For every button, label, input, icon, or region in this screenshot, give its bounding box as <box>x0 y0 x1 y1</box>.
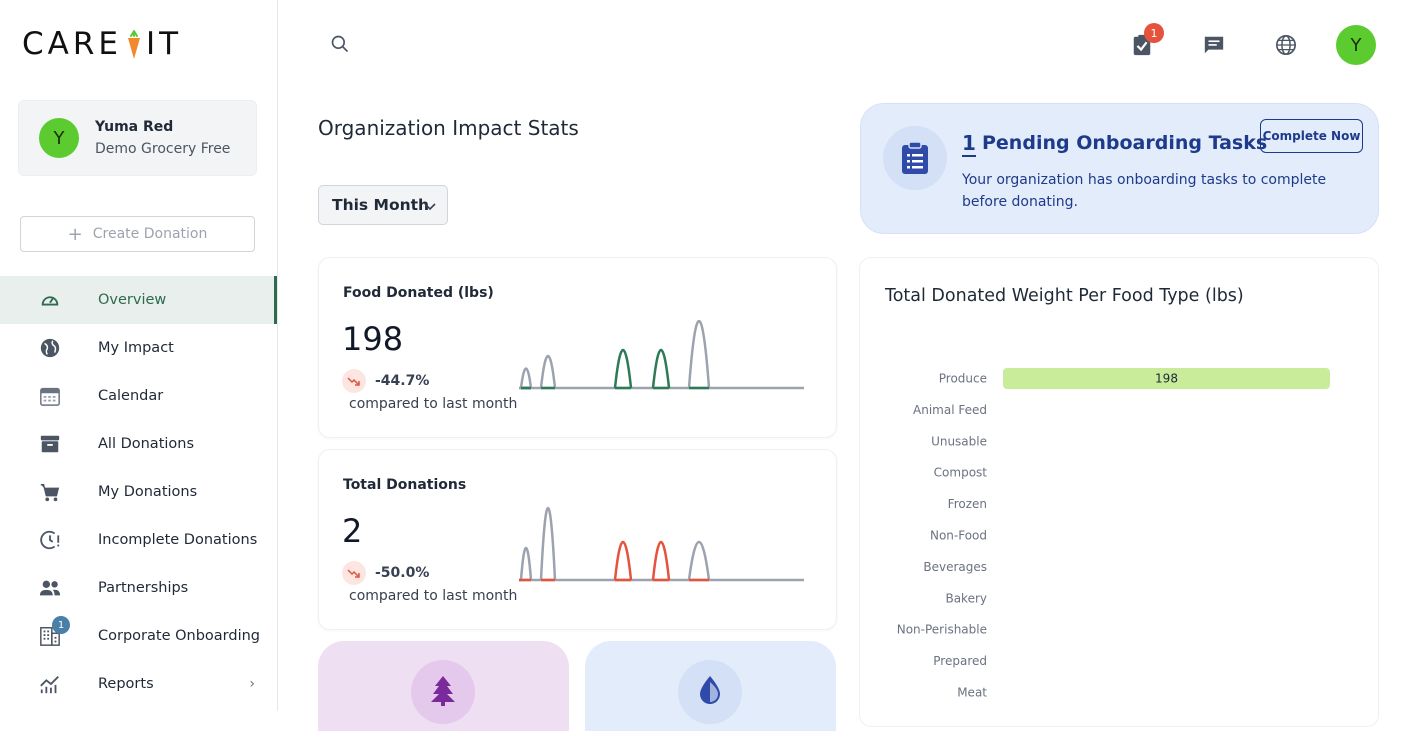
pending-description: Your organization has onboarding tasks t… <box>962 172 1327 210</box>
search-icon[interactable] <box>330 34 352 56</box>
calendar-icon <box>38 384 62 408</box>
language-globe-icon[interactable] <box>1274 32 1298 58</box>
food-donated-card: Food Donated (lbs) 198 -44.7% compared t… <box>318 257 837 438</box>
complete-now-button[interactable]: Complete Now <box>1260 119 1363 153</box>
trees-saved-card <box>318 641 569 731</box>
chat-icon[interactable] <box>1202 32 1226 58</box>
sidebar-item-overview[interactable]: Overview <box>0 276 277 324</box>
water-saved-card <box>585 641 836 731</box>
sidebar-item-incomplete-donations[interactable]: Incomplete Donations <box>0 516 277 564</box>
stat-value: 198 <box>342 320 404 358</box>
sidebar: CARE IT Y Yuma Red Demo Grocery Free + C… <box>0 0 278 711</box>
avatar: Y <box>39 118 79 158</box>
globe-icon <box>38 336 62 360</box>
category-label: Produce <box>939 372 987 386</box>
chevron-down-icon <box>423 199 437 217</box>
trend-down-icon <box>342 561 366 585</box>
sidebar-item-label: My Donations <box>98 484 198 500</box>
sidebar-nav: Overview My Impact Calendar All Donation… <box>0 276 277 708</box>
sidebar-item-my-impact[interactable]: My Impact <box>0 324 277 372</box>
sidebar-item-calendar[interactable]: Calendar <box>0 372 277 420</box>
create-donation-button[interactable]: + Create Donation <box>20 216 255 252</box>
category-label: Non-Food <box>930 529 987 543</box>
trend-note: compared to last month <box>349 588 518 604</box>
tree-icon <box>411 660 475 724</box>
sidebar-item-reports[interactable]: Reports › <box>0 660 277 708</box>
period-select[interactable]: This Month <box>318 185 448 225</box>
user-avatar-button[interactable]: Y <box>1336 25 1376 65</box>
sidebar-item-corporate-onboarding[interactable]: 1 Corporate Onboarding <box>0 612 277 660</box>
category-label: Beverages <box>923 560 987 574</box>
user-card[interactable]: Y Yuma Red Demo Grocery Free <box>18 100 257 176</box>
sidebar-item-label: Overview <box>98 292 167 308</box>
notification-badge: 1 <box>52 616 70 634</box>
tasks-badge: 1 <box>1144 23 1164 43</box>
food-type-bar-chart: Produce 198 Animal Feed Unusable Compost Froz… <box>897 368 1330 700</box>
category-label: Compost <box>934 466 988 480</box>
clipboard-icon <box>883 126 947 190</box>
sidebar-item-label: My Impact <box>98 340 174 356</box>
category-label: Bakery <box>945 591 987 605</box>
category-label: Meat <box>957 686 987 700</box>
sidebar-item-label: Partnerships <box>98 580 189 596</box>
sidebar-item-label: All Donations <box>98 436 195 452</box>
sidebar-item-label: Incomplete Donations <box>98 532 258 548</box>
water-drop-icon <box>678 660 742 724</box>
archive-icon <box>38 432 62 456</box>
chevron-right-icon: › <box>249 676 255 692</box>
category-label: Frozen <box>948 497 987 511</box>
trend-value: -44.7% <box>375 373 430 389</box>
user-org: Demo Grocery Free <box>95 141 231 157</box>
user-name: Yuma Red <box>95 119 174 135</box>
sidebar-item-all-donations[interactable]: All Donations <box>0 420 277 468</box>
pending-count: 1 <box>962 131 976 157</box>
careit-logo[interactable]: CARE IT <box>22 26 182 62</box>
people-icon <box>38 576 62 600</box>
stat-label: Total Donations <box>343 477 467 493</box>
trend-value: -50.0% <box>375 565 430 581</box>
page-title: Organization Impact Stats <box>318 116 579 140</box>
sidebar-item-my-donations[interactable]: My Donations <box>0 468 277 516</box>
clock-alert-icon <box>38 528 62 552</box>
trend-down-icon <box>342 369 366 393</box>
cart-icon <box>38 480 62 504</box>
sidebar-item-partnerships[interactable]: Partnerships <box>0 564 277 612</box>
pending-title: Pending Onboarding Tasks <box>982 132 1268 154</box>
onboarding-banner: 1 Pending Onboarding Tasks Your organiza… <box>860 103 1379 234</box>
sidebar-item-label: Calendar <box>98 388 164 404</box>
chart-icon <box>38 672 62 696</box>
category-label: Animal Feed <box>913 403 987 417</box>
carrot-icon <box>125 29 143 59</box>
trend-note: compared to last month <box>349 396 518 412</box>
category-label: Unusable <box>931 434 987 448</box>
category-label: Prepared <box>933 654 987 668</box>
data-label: 198 <box>1155 372 1178 386</box>
total-donations-card: Total Donations 2 -50.0% compared to las… <box>318 449 837 630</box>
gauge-icon <box>38 288 62 312</box>
donations-sparkline <box>519 507 804 582</box>
stat-label: Food Donated (lbs) <box>343 285 494 301</box>
food-sparkline <box>519 319 804 390</box>
sidebar-item-label: Corporate Onboarding <box>98 628 260 644</box>
plus-icon: + <box>67 223 83 245</box>
sidebar-item-label: Reports <box>98 676 154 692</box>
food-type-chart-card: Total Donated Weight Per Food Type (lbs)… <box>859 257 1379 727</box>
category-label: Non-Perishable <box>897 623 987 637</box>
stat-value: 2 <box>342 512 363 550</box>
